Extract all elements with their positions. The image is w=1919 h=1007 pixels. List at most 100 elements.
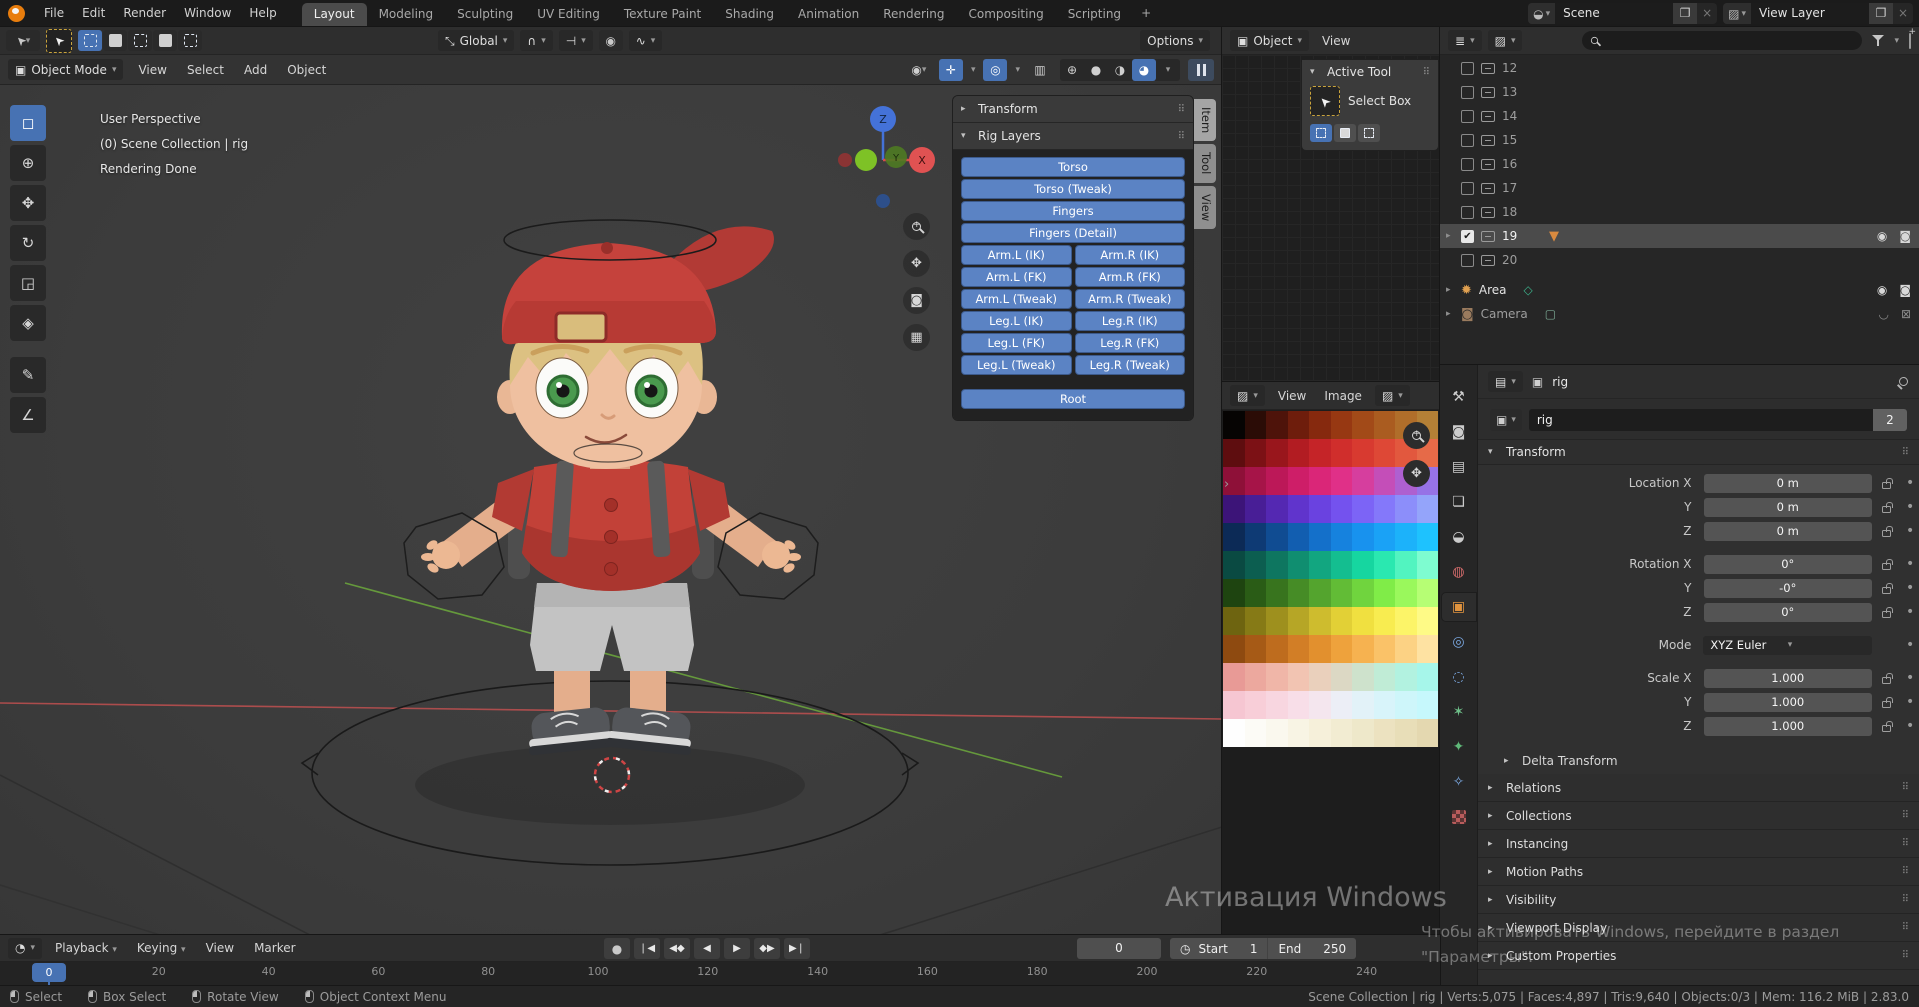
panel-grip-icon[interactable]: ⠿ [1902,894,1909,905]
viewport-menu-select[interactable]: Select [184,63,227,77]
camera-view-button[interactable]: ◙ [903,287,930,314]
panel-grip-icon[interactable]: ⠿ [1902,866,1909,877]
rig-layer-button[interactable]: Arm.R (Tweak) [1074,289,1185,309]
section-custom-properties[interactable]: ▸ Custom Properties ⠿ [1478,942,1919,970]
property-value-field[interactable]: 1.000 [1703,716,1872,736]
jump-to-start-button[interactable]: ❘◀ [634,938,660,959]
workspace-tab-animation[interactable]: Animation [786,3,871,27]
properties-tab-view-layer[interactable]: ❏ [1442,488,1476,516]
rig-layer-button[interactable]: Torso [961,157,1185,177]
outliner-row-collection-18[interactable]: 18 [1440,200,1919,224]
collection-checkbox[interactable] [1461,85,1474,99]
workspace-tab-layout[interactable]: Layout [301,3,367,27]
properties-tab-bone[interactable]: ✦ [1442,733,1476,761]
proportional-editing-toggle[interactable]: ◉ [598,30,623,51]
rig-layer-button[interactable]: Arm.L (FK) [961,267,1072,287]
disable-render-camera-icon[interactable]: ⊠ [1901,307,1911,321]
disable-render-camera-icon[interactable]: ◙ [1899,229,1911,243]
filter-id-dropdown[interactable]: ▨ ▾ [1487,30,1523,51]
falloff-dropdown[interactable]: ∿ ▾ [628,30,663,51]
collection-checkbox[interactable] [1461,109,1474,123]
object-name-input[interactable] [1528,409,1873,431]
properties-tab-object-data[interactable]: ✶ [1442,698,1476,726]
viewport-menu-object[interactable]: Object [284,63,329,77]
hide-viewport-eye-icon[interactable]: ◡ [1878,307,1888,321]
panel-grip-icon[interactable]: ⠿ [1902,922,1909,933]
workspace-tab-compositing[interactable]: Compositing [956,3,1055,27]
animate-dot-icon[interactable]: • [1901,718,1919,734]
property-value-field[interactable]: 0° [1703,602,1872,622]
section-instancing[interactable]: ▸ Instancing ⠿ [1478,830,1919,858]
rig-layer-button[interactable]: Leg.R (IK) [1074,311,1185,331]
view-layer-copy-button[interactable]: ❐ [1869,3,1893,24]
scene-name[interactable]: Scene [1555,3,1674,24]
collection-checkbox[interactable]: ✔ [1461,229,1474,243]
workspace-tab-rendering[interactable]: Rendering [871,3,956,27]
workspace-tab-uv-editing[interactable]: UV Editing [525,3,612,27]
properties-tab-scene[interactable]: ◒ [1442,523,1476,551]
object-name-field[interactable]: 2 [1528,409,1907,431]
start-frame-field[interactable]: ◷ Start 1 [1170,938,1267,959]
collection-checkbox[interactable] [1461,181,1474,195]
properties-tab-bone-constraint[interactable]: ✧ [1442,768,1476,796]
lock-icon[interactable] [1882,558,1894,570]
editor-type-button[interactable]: ▨ ▾ [1230,385,1265,406]
animate-dot-icon[interactable]: • [1901,475,1919,491]
rig-layer-button[interactable]: Arm.L (IK) [961,245,1072,265]
mode-subtract-button[interactable] [1358,124,1380,142]
transform-orientation-dropdown[interactable]: ⤡ Global ▾ [438,30,515,51]
section-relations[interactable]: ▸ Relations ⠿ [1478,774,1919,802]
outliner-row-collection-17[interactable]: 17 [1440,176,1919,200]
lock-icon[interactable] [1882,720,1894,732]
expand-arrow-icon[interactable]: ▸ [1446,285,1454,295]
zoom-button[interactable]: + [903,213,930,240]
region-expand-arrow[interactable]: › [1224,477,1229,492]
rig-layer-button[interactable]: Leg.L (IK) [961,311,1072,331]
workspace-tab-scripting[interactable]: Scripting [1056,3,1133,27]
section-collections[interactable]: ▸ Collections ⠿ [1478,802,1919,830]
properties-tab-physics-orbit[interactable]: ◎ [1442,628,1476,656]
delta-transform-section[interactable]: ▸ Delta Transform [1478,748,1919,774]
panel-grip-icon[interactable]: ⠿ [1423,67,1430,78]
panel-grip-icon[interactable]: ⠿ [1902,810,1909,821]
tool-move[interactable]: ✥ [10,185,46,221]
timeline-menu-view[interactable]: View [203,941,237,955]
shading-wireframe[interactable]: ⊕ [1060,59,1084,81]
lock-icon[interactable] [1882,606,1894,618]
outliner-row-collection-15[interactable]: 15 [1440,128,1919,152]
playhead[interactable]: 0 [32,963,66,982]
lock-icon[interactable] [1882,696,1894,708]
collection-checkbox[interactable] [1461,157,1474,171]
collection-checkbox[interactable] [1461,133,1474,147]
panel-grip-icon[interactable]: ⠿ [1902,838,1909,849]
hide-viewport-eye-icon[interactable]: ◉ [1877,283,1887,297]
hide-viewport-eye-icon[interactable]: ◉ [1877,229,1887,243]
outliner-row-collection-14[interactable]: 14 [1440,104,1919,128]
tool-cursor[interactable]: ⊕ [10,145,46,181]
transform-panel-header[interactable]: ▸ Transform ⠿ [953,96,1193,123]
shading-dropdown[interactable]: ▾ [1156,59,1180,81]
play-button[interactable]: ▶ [724,938,750,959]
property-value-field[interactable]: 1.000 [1703,668,1872,688]
rig-layer-button[interactable]: Leg.R (FK) [1074,333,1185,353]
rig-layer-button[interactable]: Fingers (Detail) [961,223,1185,243]
next-keyframe-button[interactable]: ◆▶ [754,938,780,959]
expand-arrow-icon[interactable]: ▸ [1446,231,1454,241]
outliner-row-collection-16[interactable]: 16 [1440,152,1919,176]
panel-grip-icon[interactable]: ⠿ [1902,447,1909,458]
tool-rotate[interactable]: ↻ [10,225,46,261]
scene-selector[interactable]: ◒ ▾ Scene ❐ × [1528,3,1718,24]
editor-type-button[interactable]: ▤ ▾ [1488,371,1523,392]
collection-checkbox[interactable] [1461,205,1474,219]
pan-hand-button[interactable]: ✥ [1403,460,1430,487]
rig-layer-button[interactable]: Torso (Tweak) [961,179,1185,199]
rig-layer-button[interactable]: Arm.L (Tweak) [961,289,1072,309]
display-mode-dropdown[interactable]: ≣ ▾ [1448,30,1482,51]
snap-target-dropdown[interactable]: ⊣ ▾ [558,30,593,51]
panel-grip-icon[interactable]: ⠿ [1902,950,1909,961]
tool-select-box[interactable]: ◻ [10,105,46,141]
view-layer-icon[interactable]: ▨ ▾ [1723,3,1751,24]
image-datablock-selector[interactable]: ▨ ▾ [1374,385,1410,406]
properties-tab-object[interactable]: ▣ [1441,593,1476,621]
outliner-row-collection-20[interactable]: 20 [1440,248,1919,272]
